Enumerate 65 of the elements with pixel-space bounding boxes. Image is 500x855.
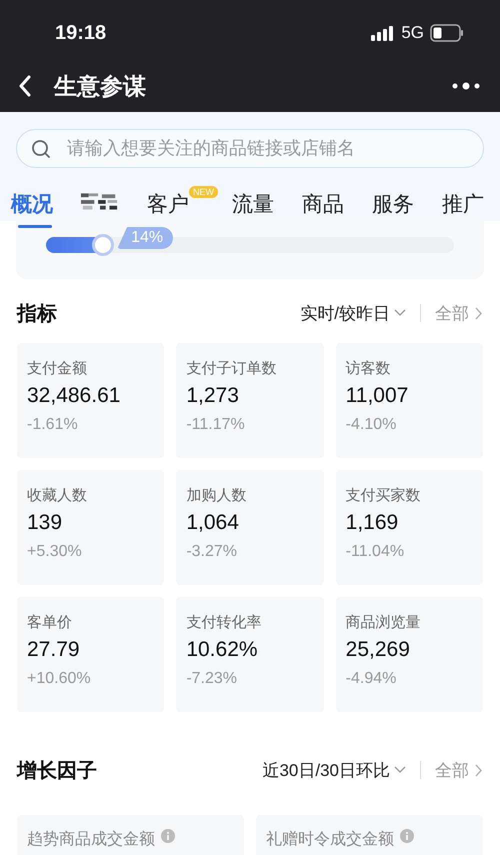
tab[interactable]: 服务 (372, 184, 414, 228)
metric-label: 收藏人数 (27, 486, 87, 505)
metric-value: 32,486.61 (27, 384, 120, 408)
battery-icon (430, 24, 464, 42)
period-dropdown[interactable]: 近30日/30日环比 (262, 758, 406, 782)
metric-change: -4.94% (346, 670, 396, 688)
tab[interactable]: 推广 (442, 184, 484, 228)
metric-value: 25,269 (346, 638, 410, 662)
search-icon (31, 138, 51, 158)
metric-change: -3.27% (186, 543, 238, 561)
network-label: 5G (401, 23, 424, 43)
period-dropdown[interactable]: 实时/较昨日 (300, 302, 406, 324)
metric-value: 139 (27, 511, 62, 535)
metric-label: 支付子订单数 (186, 359, 276, 378)
metric-value: 10.62% (186, 638, 258, 662)
metric-label: 客单价 (27, 613, 72, 632)
metric-card[interactable]: 访客数 11,007 -4.10% (336, 343, 483, 458)
tab[interactable]: 商品 (302, 184, 344, 228)
signal-icon (371, 25, 396, 41)
metric-card[interactable]: 支付转化率 10.62% -7.23% (176, 597, 324, 712)
metric-change: -1.61% (27, 416, 78, 434)
search-input[interactable]: 请输入想要关注的商品链接或店铺名 (65, 137, 469, 160)
new-badge: NEW (189, 186, 218, 198)
page-title: 生意参谋 (54, 72, 146, 100)
metric-card[interactable]: 支付金额 32,486.61 -1.61% (17, 343, 164, 458)
chevron-down-icon (394, 309, 406, 317)
chevron-right-icon (475, 764, 483, 776)
metric-change: -4.10% (346, 416, 396, 434)
metric-label: 加购人数 (186, 486, 246, 505)
tab[interactable]: 流量 (232, 184, 274, 228)
search-field[interactable]: 请输入想要关注的商品链接或店铺名 (16, 129, 484, 168)
metric-value: 1,064 (186, 511, 239, 535)
pixelated-tab-icon[interactable] (81, 190, 119, 210)
metric-card[interactable]: 加购人数 1,064 -3.27% (176, 470, 324, 585)
section-title: 增长因子 (17, 758, 97, 784)
metric-label: 支付买家数 (346, 486, 421, 505)
chevron-right-icon (475, 306, 483, 320)
metric-change: +10.60% (27, 670, 91, 688)
metric-change: -11.04% (346, 543, 404, 561)
metric-label: 支付金额 (27, 359, 87, 378)
growth-label: 礼赠时令成交金额 (266, 830, 394, 850)
metric-value: 11,007 (346, 384, 408, 408)
metric-card[interactable]: 客单价 27.79 +10.60% (17, 597, 164, 712)
metric-card[interactable]: 支付买家数 1,169 -11.04% (336, 470, 483, 585)
metric-card[interactable]: 支付子订单数 1,273 -11.17% (176, 343, 324, 458)
chevron-down-icon (394, 766, 406, 774)
progress-tag: 14% (117, 227, 174, 249)
metric-card[interactable]: 商品浏览量 25,269 -4.94% (336, 597, 483, 712)
back-icon[interactable] (18, 75, 32, 97)
metric-value: 1,273 (186, 384, 239, 408)
metric-label: 商品浏览量 (346, 613, 421, 632)
section-title: 指标 (17, 302, 57, 326)
metric-change: -7.23% (186, 670, 238, 688)
progress-knob (92, 234, 114, 256)
more-icon[interactable] (452, 82, 480, 90)
metric-value: 27.79 (27, 638, 80, 662)
metric-value: 1,169 (346, 511, 398, 535)
metric-change: -11.17% (186, 416, 245, 434)
metric-label: 访客数 (346, 359, 391, 378)
metric-label: 支付转化率 (186, 613, 262, 632)
status-time: 19:18 (55, 22, 106, 44)
metric-change: +5.30% (27, 543, 82, 561)
growth-label: 趋势商品成交金额 (27, 830, 155, 850)
metric-card[interactable]: 收藏人数 139 +5.30% (17, 470, 164, 585)
tab[interactable]: 概况 (11, 184, 53, 228)
